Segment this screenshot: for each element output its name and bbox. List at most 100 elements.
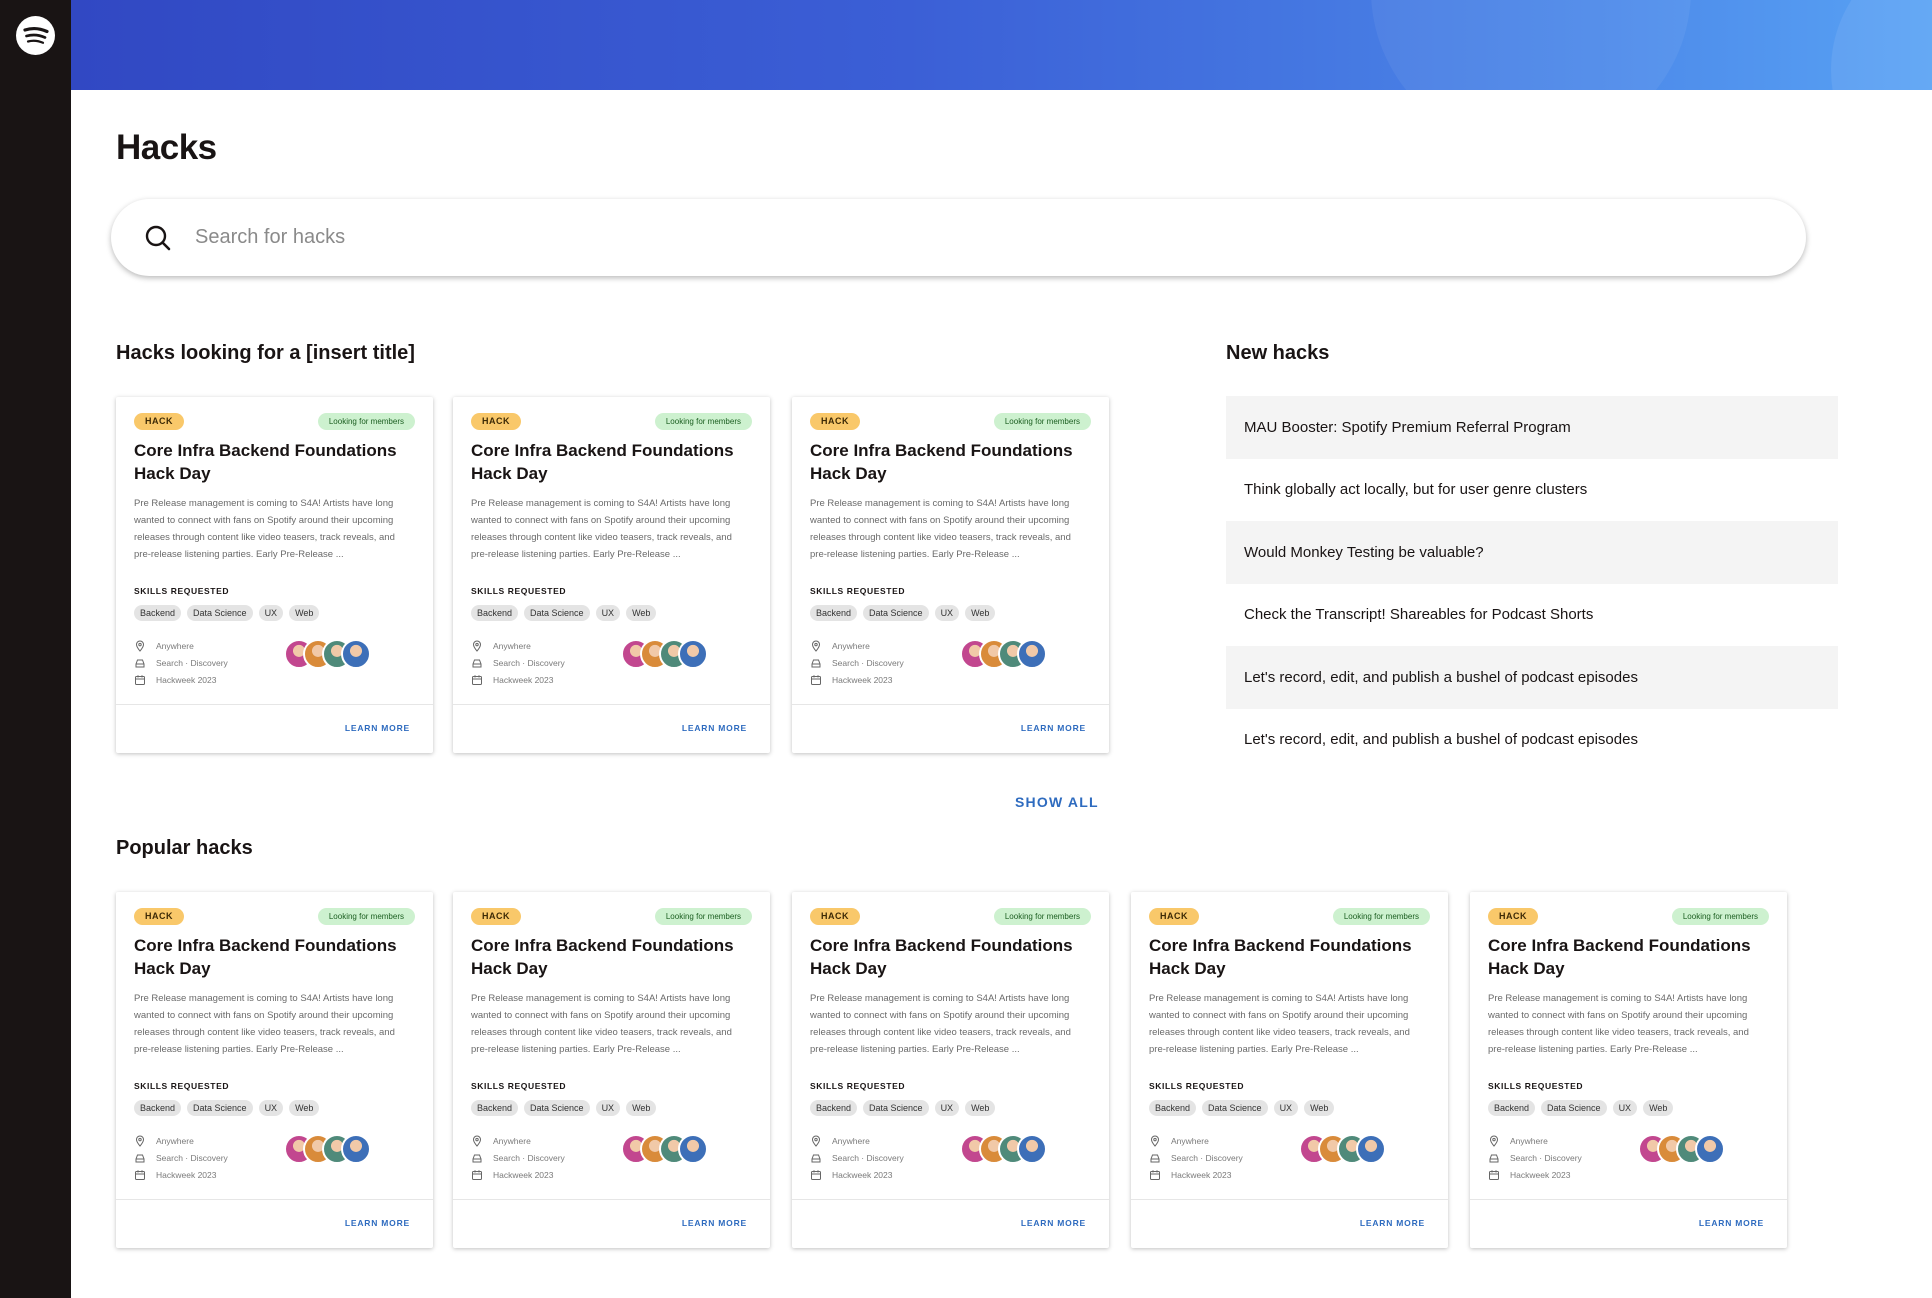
skill-chip: Data Science: [1202, 1100, 1268, 1116]
calendar-icon: [472, 674, 482, 685]
skill-chip: Web: [289, 1100, 320, 1116]
card-description: Pre Release management is coming to S4A!…: [471, 993, 732, 1055]
team-text: Search · Discovery: [1171, 1152, 1243, 1163]
skill-chip: Data Science: [863, 1100, 929, 1116]
card-description: Pre Release management is coming to S4A!…: [1149, 993, 1410, 1055]
skill-chip: UX: [595, 1100, 621, 1116]
hack-card[interactable]: HACK Looking for members Core Infra Back…: [116, 892, 433, 1248]
team-text: Search · Discovery: [832, 657, 904, 668]
member-avatars: [621, 1134, 708, 1164]
team-icon: [472, 659, 482, 667]
team-icon: [811, 1154, 821, 1162]
member-avatars: [621, 639, 708, 669]
status-badge: Looking for members: [317, 908, 415, 925]
skill-chip: UX: [258, 1100, 284, 1116]
team-icon: [1489, 1154, 1499, 1162]
avatar: [1356, 1134, 1386, 1164]
card-description: Pre Release management is coming to S4A!…: [471, 498, 732, 560]
new-hack-item[interactable]: Let's record, edit, and publish a bushel…: [1226, 646, 1838, 709]
spotify-logo-icon[interactable]: [16, 16, 55, 55]
card-title[interactable]: Core Infra Backend Foundations Hack Day: [134, 934, 419, 980]
event-text: Hackweek 2023: [832, 1169, 893, 1180]
calendar-icon: [472, 1169, 482, 1180]
hack-card[interactable]: HACK Looking for members Core Infra Back…: [453, 397, 770, 753]
card-title[interactable]: Core Infra Backend Foundations Hack Day: [810, 439, 1095, 485]
learn-more-link[interactable]: LEARN MORE: [1021, 1218, 1086, 1228]
section-title-new: New hacks: [1226, 342, 1330, 364]
calendar-icon: [135, 1169, 145, 1180]
location-pin-icon: [811, 640, 821, 652]
card-title[interactable]: Core Infra Backend Foundations Hack Day: [134, 439, 419, 485]
team-icon: [135, 659, 145, 667]
card-description: Pre Release management is coming to S4A!…: [1488, 993, 1749, 1055]
card-title[interactable]: Core Infra Backend Foundations Hack Day: [471, 934, 756, 980]
main-content: Hacks Hacks looking for a [insert title]…: [71, 90, 1932, 1298]
card-meta: Anywhere Search · Discovery Hackweek 202…: [134, 1132, 228, 1183]
new-hack-item[interactable]: Would Monkey Testing be valuable?: [1226, 521, 1838, 584]
hack-card[interactable]: HACK Looking for members Core Infra Back…: [1470, 892, 1787, 1248]
event-text: Hackweek 2023: [493, 1169, 554, 1180]
card-title[interactable]: Core Infra Backend Foundations Hack Day: [471, 439, 756, 485]
card-title[interactable]: Core Infra Backend Foundations Hack Day: [1488, 934, 1773, 980]
new-hack-item[interactable]: Think globally act locally, but for user…: [1226, 459, 1838, 522]
search-input[interactable]: [195, 219, 1695, 256]
hack-card[interactable]: HACK Looking for members Core Infra Back…: [1131, 892, 1448, 1248]
card-meta: Anywhere Search · Discovery Hackweek 202…: [1149, 1132, 1243, 1183]
learn-more-link[interactable]: LEARN MORE: [1360, 1218, 1425, 1228]
hack-card[interactable]: HACK Looking for members Core Infra Back…: [116, 397, 433, 753]
skill-chip: Data Science: [187, 1100, 253, 1116]
location-text: Anywhere: [1510, 1135, 1548, 1146]
skills-label: SKILLS REQUESTED: [1149, 1081, 1245, 1091]
skill-chip: Web: [1643, 1100, 1674, 1116]
hack-card[interactable]: HACK Looking for members Core Infra Back…: [792, 397, 1109, 753]
hack-card[interactable]: HACK Looking for members Core Infra Back…: [792, 892, 1109, 1248]
skill-chip: UX: [1612, 1100, 1638, 1116]
learn-more-link[interactable]: LEARN MORE: [1699, 1218, 1764, 1228]
event-text: Hackweek 2023: [156, 674, 217, 685]
card-divider: [453, 1199, 770, 1200]
card-meta: Anywhere Search · Discovery Hackweek 202…: [471, 637, 565, 688]
search-icon: [145, 225, 171, 251]
skills-chips: Backend Data Science UX Web: [471, 605, 657, 621]
calendar-icon: [135, 674, 145, 685]
skill-chip: Backend: [134, 1100, 182, 1116]
learn-more-link[interactable]: LEARN MORE: [682, 723, 747, 733]
card-divider: [116, 704, 433, 705]
card-title[interactable]: Core Infra Backend Foundations Hack Day: [1149, 934, 1434, 980]
skills-label: SKILLS REQUESTED: [1488, 1081, 1584, 1091]
skill-chip: Backend: [471, 1100, 519, 1116]
team-text: Search · Discovery: [156, 1152, 228, 1163]
new-hack-item[interactable]: Check the Transcript! Shareables for Pod…: [1226, 584, 1838, 647]
learn-more-link[interactable]: LEARN MORE: [345, 723, 410, 733]
skill-chip: Data Science: [524, 1100, 590, 1116]
location-text: Anywhere: [832, 1135, 870, 1146]
new-hack-item[interactable]: MAU Booster: Spotify Premium Referral Pr…: [1226, 396, 1838, 459]
avatar: [341, 1134, 371, 1164]
calendar-icon: [811, 674, 821, 685]
learn-more-link[interactable]: LEARN MORE: [682, 1218, 747, 1228]
card-meta: Anywhere Search · Discovery Hackweek 202…: [810, 1132, 904, 1183]
location-pin-icon: [472, 1135, 482, 1147]
location-pin-icon: [135, 640, 145, 652]
hack-badge: HACK: [1488, 908, 1538, 925]
location-text: Anywhere: [832, 640, 870, 651]
new-hack-item[interactable]: Let's record, edit, and publish a bushel…: [1226, 709, 1838, 772]
card-title[interactable]: Core Infra Backend Foundations Hack Day: [810, 934, 1095, 980]
show-all-button[interactable]: SHOW ALL: [1015, 794, 1099, 810]
event-text: Hackweek 2023: [493, 674, 554, 685]
skill-chip: Web: [965, 605, 996, 621]
hack-card[interactable]: HACK Looking for members Core Infra Back…: [453, 892, 770, 1248]
skill-chip: Data Science: [1541, 1100, 1607, 1116]
skill-chip: Backend: [810, 1100, 858, 1116]
learn-more-link[interactable]: LEARN MORE: [345, 1218, 410, 1228]
team-icon: [472, 1154, 482, 1162]
card-divider: [792, 1199, 1109, 1200]
location-pin-icon: [1150, 1135, 1160, 1147]
learn-more-link[interactable]: LEARN MORE: [1021, 723, 1086, 733]
skill-chip: UX: [595, 605, 621, 621]
team-icon: [1150, 1154, 1160, 1162]
skill-chip: UX: [258, 605, 284, 621]
location-text: Anywhere: [1171, 1135, 1209, 1146]
search-bar[interactable]: [111, 199, 1806, 276]
skill-chip: UX: [1273, 1100, 1299, 1116]
